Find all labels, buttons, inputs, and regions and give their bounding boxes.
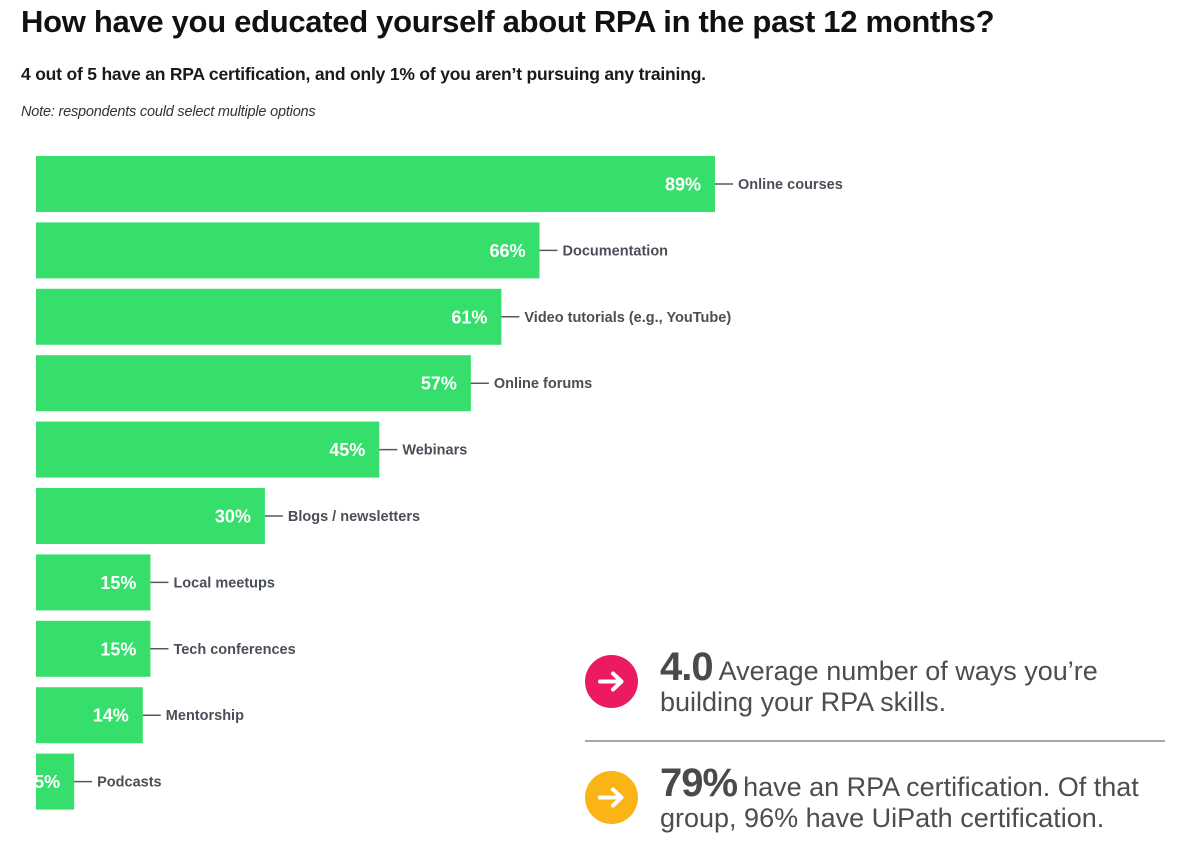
category-label: Documentation: [563, 243, 669, 259]
stat-value: 4.0: [660, 645, 714, 689]
bar-group: 61% Video tutorials (e.g., YouTube): [36, 288, 731, 345]
bar-value-label: 61%: [451, 307, 487, 327]
bar-value-label: 45%: [329, 440, 365, 460]
bar-group: 30% Blogs / newsletters: [36, 488, 420, 544]
bar-group: 89% Online courses: [36, 156, 843, 212]
arrow-right-icon: [585, 655, 638, 708]
bar-group: 15% Local meetups: [36, 554, 275, 611]
category-label: Podcasts: [97, 775, 161, 791]
bar-value-label: 89%: [665, 175, 701, 195]
category-label: Online courses: [738, 177, 843, 193]
bar: [36, 421, 380, 478]
bar-value-label: 30%: [215, 507, 251, 527]
category-label: Local meetups: [173, 575, 275, 591]
bar: [36, 355, 471, 412]
bar-group: 5% Podcasts: [34, 753, 162, 810]
category-label: Webinars: [402, 443, 467, 459]
bar-value-label: 15%: [100, 639, 136, 659]
bar: [36, 156, 715, 212]
category-label: Tech conferences: [173, 642, 295, 658]
bar-group: 66% Documentation: [36, 222, 669, 279]
bar-value-label: 15%: [100, 573, 136, 593]
bar-value-label: 14%: [93, 706, 129, 726]
bar-value-label: 57%: [421, 374, 457, 394]
stat-description: Average number of ways you’re building y…: [660, 656, 1098, 717]
stat-value: 79%: [660, 761, 738, 805]
category-label: Online forums: [494, 376, 592, 392]
bar: [36, 222, 540, 279]
bar-value-label: 5%: [34, 772, 60, 792]
bar-chart: 89% Online courses 66% Documentation 61% Vide…: [34, 156, 843, 810]
bar-group: 45% Webinars: [36, 421, 467, 478]
bar-value-label: 66%: [489, 241, 525, 261]
category-label: Video tutorials (e.g., YouTube): [524, 310, 731, 326]
bar: [36, 288, 502, 345]
bar-group: 14% Mentorship: [36, 687, 244, 744]
bar-group: 15% Tech conferences: [36, 620, 296, 677]
stats-divider: [585, 740, 1165, 742]
bar-group: 57% Online forums: [36, 355, 592, 412]
category-label: Blogs / newsletters: [288, 509, 420, 525]
arrow-right-icon: [585, 771, 638, 824]
category-label: Mentorship: [166, 708, 244, 724]
